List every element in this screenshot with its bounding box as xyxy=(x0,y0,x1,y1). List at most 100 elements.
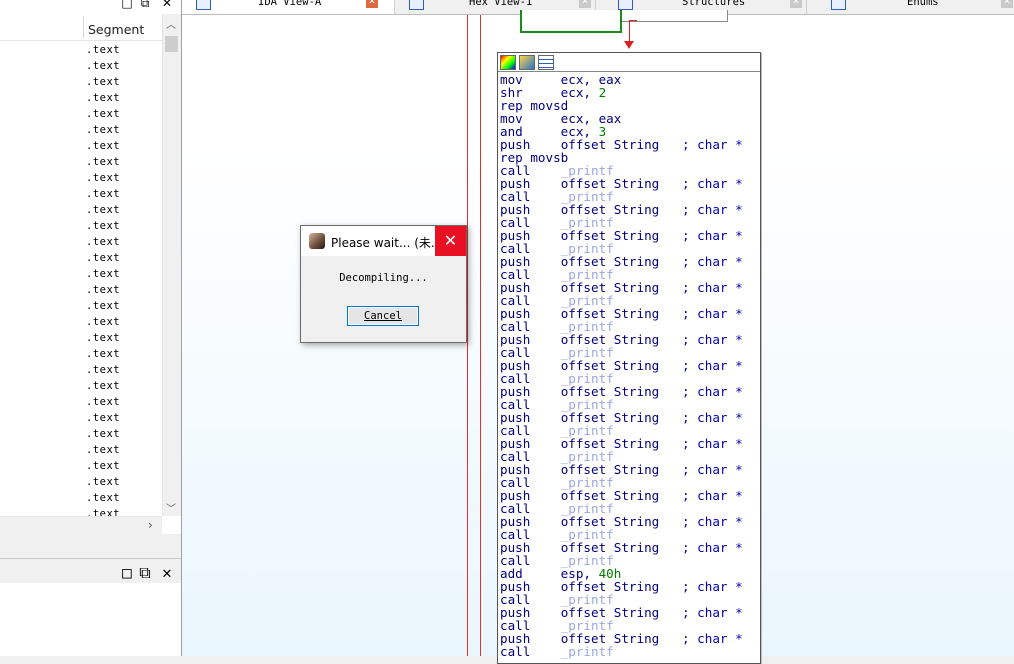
segment-row[interactable]: .text xyxy=(86,316,120,332)
segment-row[interactable]: .text xyxy=(86,412,120,428)
float-icon[interactable]: ⧉ xyxy=(138,0,152,10)
segment-row[interactable]: .text xyxy=(86,220,120,236)
edge-line xyxy=(467,15,468,656)
segment-row[interactable]: .text xyxy=(86,108,120,124)
arrow-head-icon xyxy=(624,41,634,49)
tab-label: Enums xyxy=(907,0,939,8)
pane-divider xyxy=(0,534,181,558)
bottom-pane-titlebar: □ ⧉ ✕ xyxy=(0,558,181,584)
close-icon[interactable]: ✕ xyxy=(1001,0,1013,8)
column-separator[interactable] xyxy=(83,16,84,38)
cancel-button[interactable]: Cancel xyxy=(347,306,419,326)
comment: ; char * xyxy=(682,137,743,152)
function-reference[interactable]: _printf xyxy=(561,644,614,659)
segment-row[interactable]: .text xyxy=(86,60,120,76)
comment: ; char * xyxy=(682,384,743,399)
close-icon[interactable]: ✕ xyxy=(160,563,174,582)
edge-line xyxy=(480,15,481,656)
segment-row[interactable]: .text xyxy=(86,396,120,412)
comment: ; char * xyxy=(682,228,743,243)
disassembly-lines: mov ecx, eax shr ecx, 2 rep movsd mov ecx,… xyxy=(500,73,758,658)
segment-row[interactable]: .text xyxy=(86,156,120,172)
close-icon[interactable]: ✕ xyxy=(160,0,174,10)
pane-window-buttons: □ ⧉ ✕ xyxy=(110,0,180,12)
tab-label: Hex View-1 xyxy=(469,0,533,8)
bottom-pane-content xyxy=(0,583,181,656)
segment-row[interactable]: .text xyxy=(86,284,120,300)
segment-row[interactable]: .text xyxy=(86,44,120,60)
segment-row[interactable]: .text xyxy=(86,188,120,204)
tab-enums[interactable]: Enums ✕ xyxy=(807,0,1014,14)
horizontal-scrollbar[interactable]: › xyxy=(0,516,162,534)
vertical-scrollbar[interactable]: ︿ ﹀ xyxy=(162,14,181,516)
scroll-up-icon[interactable]: ︿ xyxy=(166,16,176,31)
segment-column-header[interactable]: Segment xyxy=(0,14,162,41)
segment-row[interactable]: .text xyxy=(86,236,120,252)
segment-row[interactable]: .text xyxy=(86,508,120,516)
segment-row[interactable]: .text xyxy=(86,76,120,92)
comment: ; char * xyxy=(682,358,743,373)
float-icon[interactable]: ⧉ xyxy=(138,563,152,582)
comment: ; char * xyxy=(682,332,743,347)
segment-row[interactable]: .text xyxy=(86,124,120,140)
close-icon[interactable]: ✕ xyxy=(579,0,591,8)
segments-pane: □ ⧉ ✕ Segment .text .text .text .text .text.… xyxy=(0,0,182,656)
segment-row[interactable]: .text xyxy=(86,348,120,364)
mnemonic: call xyxy=(500,644,531,659)
comment: ; char * xyxy=(682,436,743,451)
close-icon[interactable]: ✕ xyxy=(366,0,378,8)
comment: ; char * xyxy=(682,462,743,477)
scroll-down-icon[interactable]: ﹀ xyxy=(166,500,176,515)
segment-row[interactable]: .text xyxy=(86,492,120,508)
comment: ; char * xyxy=(682,306,743,321)
struct-icon xyxy=(618,0,633,10)
comment: ; char * xyxy=(682,202,743,217)
segment-row[interactable]: .text xyxy=(86,476,120,492)
comment: ; char * xyxy=(682,605,743,620)
segment-row[interactable]: .text xyxy=(86,380,120,396)
comment: ; char * xyxy=(682,280,743,295)
restore-icon[interactable]: □ xyxy=(120,0,134,10)
tab-ida-view-a[interactable]: IDA View-A ✕ xyxy=(182,0,395,14)
segment-row[interactable]: .text xyxy=(86,444,120,460)
comment: ; char * xyxy=(682,579,743,594)
rename-icon[interactable] xyxy=(519,55,535,70)
enum-icon xyxy=(831,0,846,10)
app-icon xyxy=(309,233,325,249)
dialog-message: Decompiling... xyxy=(339,272,428,284)
color-icon[interactable] xyxy=(500,55,516,70)
segment-row[interactable]: .text xyxy=(86,300,120,316)
comment: ; char * xyxy=(682,514,743,529)
segment-row[interactable]: .text xyxy=(86,268,120,284)
comment: ; char * xyxy=(682,631,743,646)
segment-row[interactable]: .text xyxy=(86,428,120,444)
segment-row[interactable]: .text xyxy=(86,172,120,188)
cancel-button-label: Cancel xyxy=(364,310,402,322)
tab-label: Structures xyxy=(682,0,746,8)
segment-row[interactable]: .text xyxy=(86,460,120,476)
dialog-titlebar[interactable]: Please wait... (未... ✕ xyxy=(301,226,466,256)
comment: ; char * xyxy=(682,488,743,503)
segment-list[interactable]: .text .text .text .text .text .text .text .text… xyxy=(0,42,162,516)
basic-block[interactable]: mov ecx, eax shr ecx, 2 rep movsd mov ecx,… xyxy=(497,52,761,664)
please-wait-dialog: Please wait... (未... ✕ Decompiling... Ca… xyxy=(300,225,467,343)
close-icon[interactable]: ✕ xyxy=(435,226,466,256)
segment-row[interactable]: .text xyxy=(86,204,120,220)
group-icon[interactable] xyxy=(538,55,554,70)
restore-icon[interactable]: □ xyxy=(120,563,134,582)
segment-header-label: Segment xyxy=(88,22,145,37)
branch-edge-false xyxy=(629,20,637,21)
close-icon[interactable]: ✕ xyxy=(790,0,802,8)
segment-row[interactable]: .text xyxy=(86,364,120,380)
comment: ; char * xyxy=(682,254,743,269)
segment-row[interactable]: .text xyxy=(86,332,120,348)
scroll-right-icon[interactable]: › xyxy=(148,518,153,532)
scroll-thumb[interactable] xyxy=(165,36,178,52)
dialog-title: Please wait... (未... xyxy=(331,236,437,250)
hex-icon xyxy=(409,0,424,10)
document-icon xyxy=(196,0,211,10)
asm-line[interactable]: call _printf xyxy=(500,645,758,658)
segment-row[interactable]: .text xyxy=(86,92,120,108)
segment-row[interactable]: .text xyxy=(86,140,120,156)
segment-row[interactable]: .text xyxy=(86,252,120,268)
